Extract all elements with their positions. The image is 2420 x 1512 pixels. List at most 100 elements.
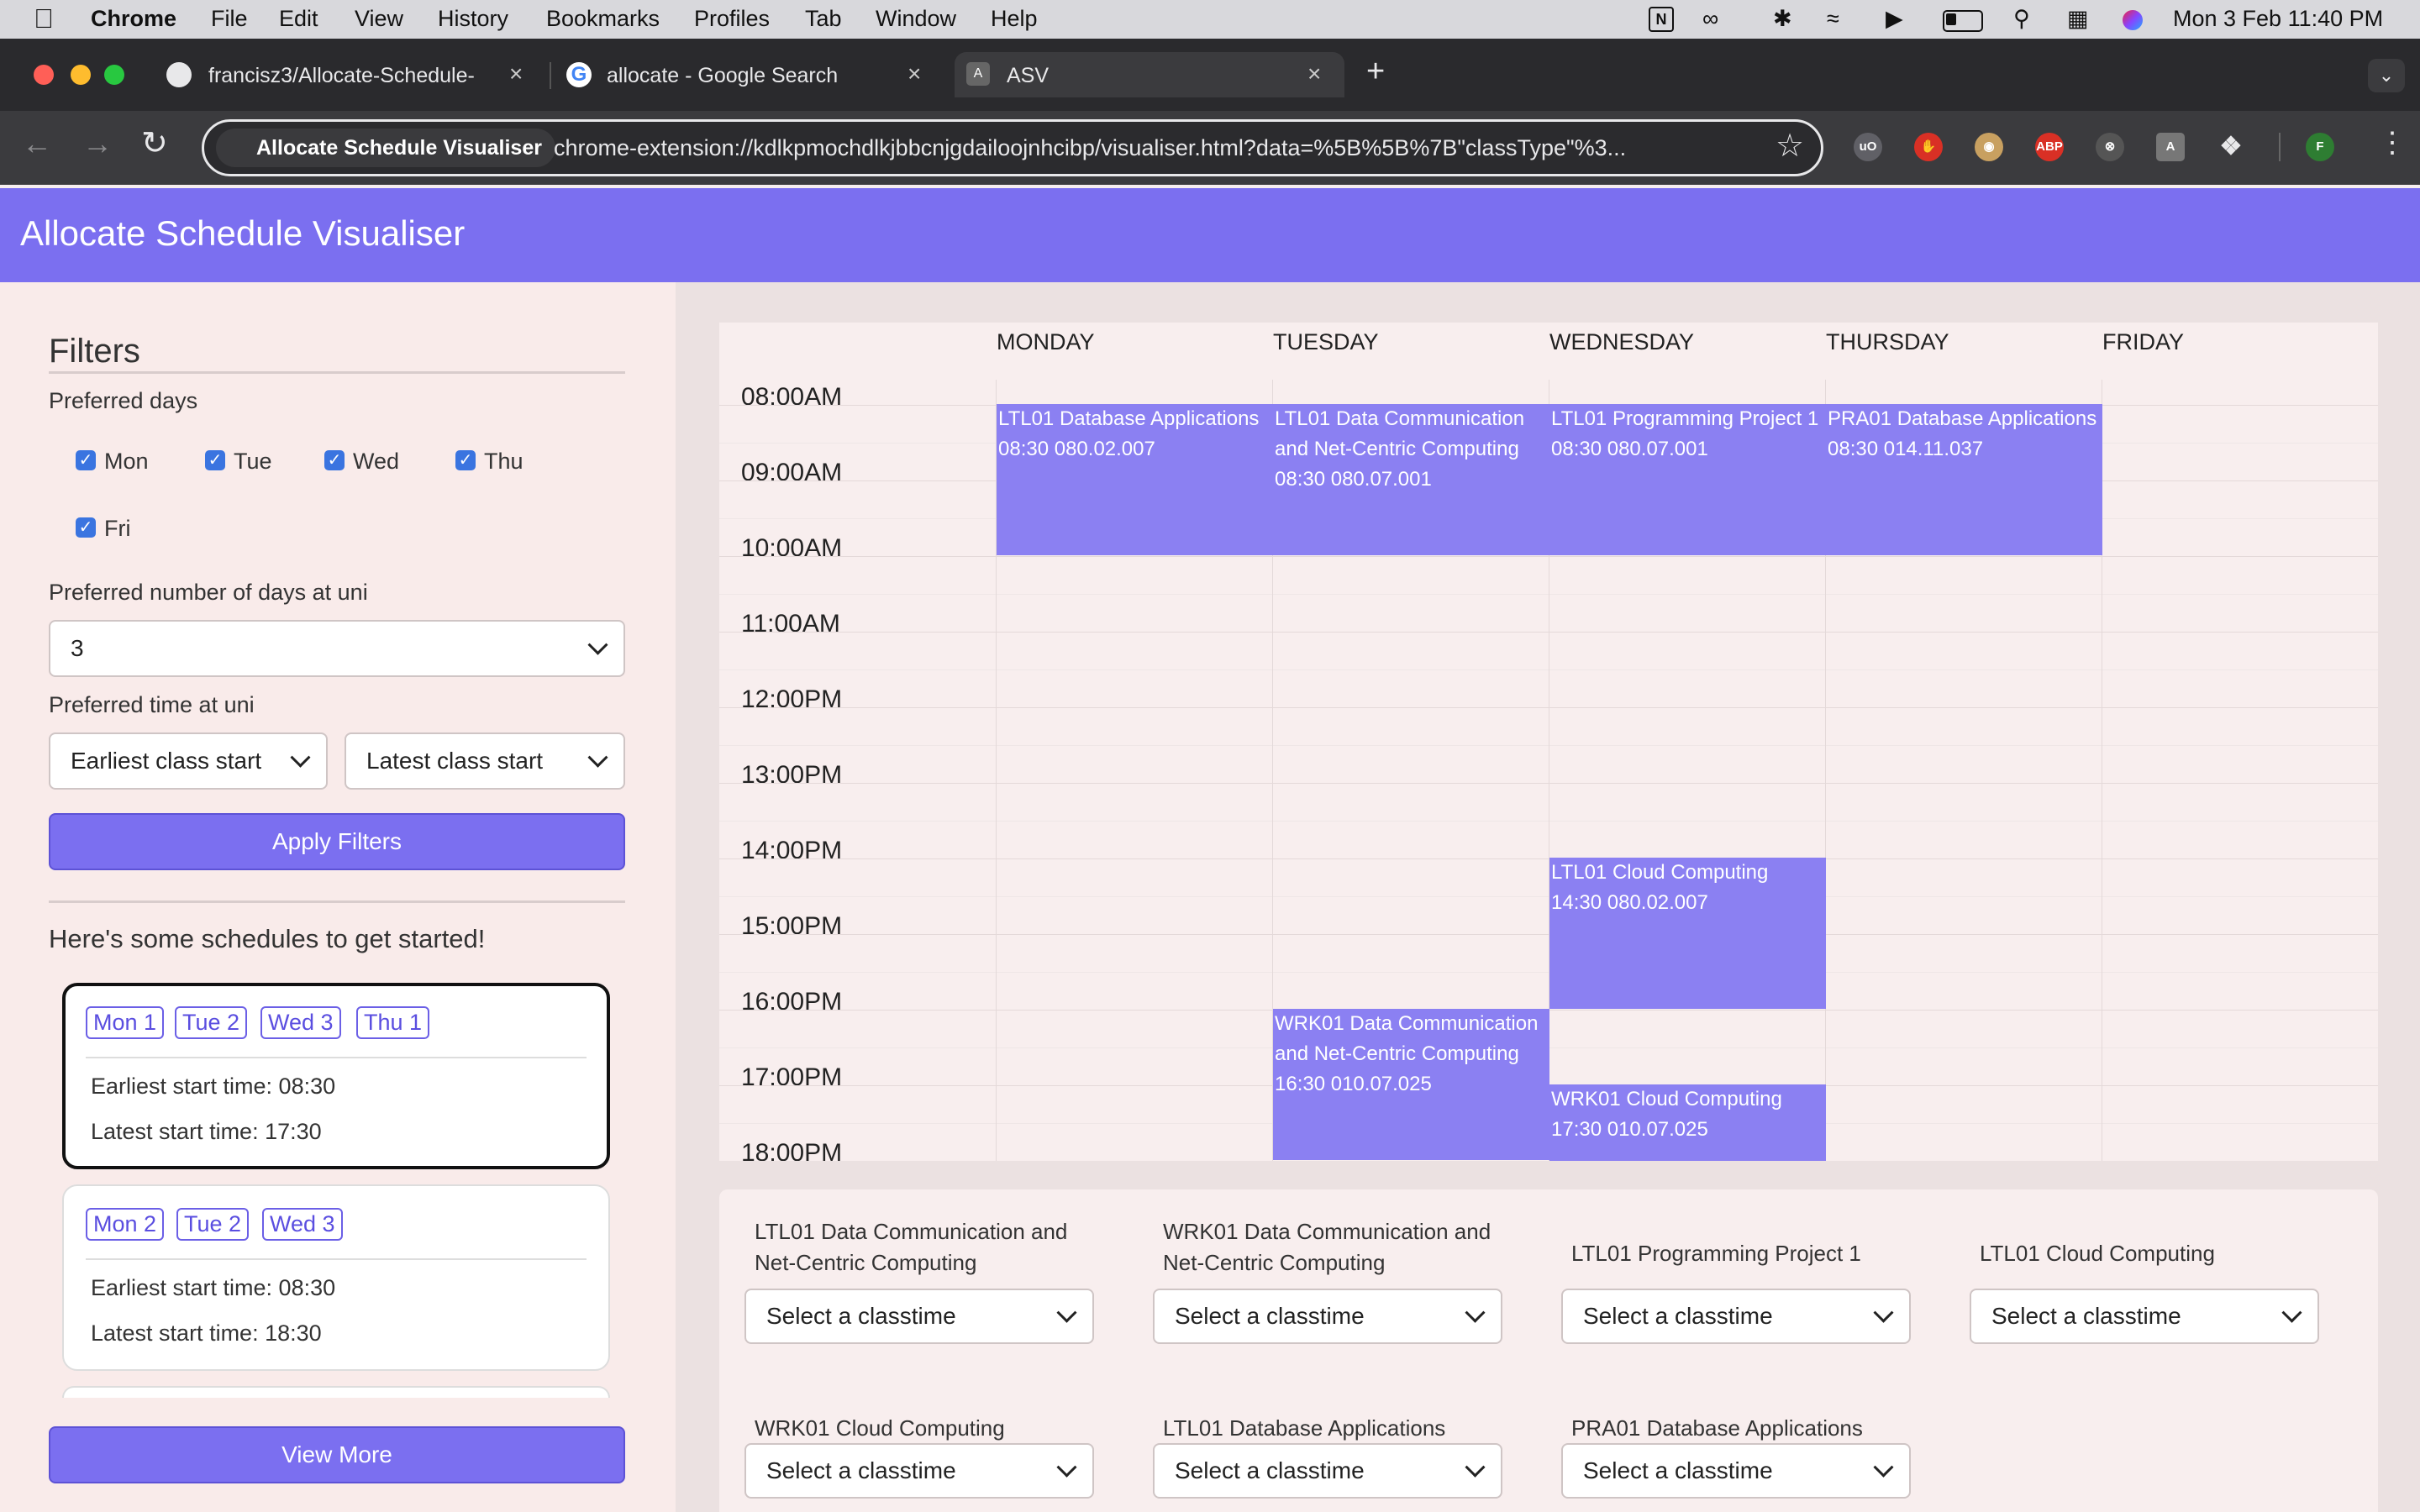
class-event[interactable]: LTL01 Programming Project 1 08:30 080.07…	[1549, 404, 1826, 555]
schedule-card-partial[interactable]	[62, 1386, 610, 1398]
classtime-select[interactable]: Select a classtime	[1970, 1289, 2319, 1344]
card-divider	[86, 1258, 587, 1260]
earliest-class-start-select[interactable]: Earliest class start	[49, 732, 328, 790]
asv-extension-icon[interactable]: A	[2156, 133, 2185, 161]
close-tab-icon[interactable]: ×	[908, 60, 921, 87]
apple-icon[interactable]: 	[34, 3, 54, 34]
class-event[interactable]: PRA01 Database Applications 08:30 014.11…	[1826, 404, 2102, 555]
day-header-thursday: THURSDAY	[1826, 329, 1949, 354]
classtime-panel: LTL01 Data Communication and Net-Centric…	[719, 1189, 2378, 1512]
control-center-icon[interactable]: ▦	[2067, 6, 2089, 32]
select-value: Select a classtime	[1583, 1303, 1773, 1329]
menu-profiles[interactable]: Profiles	[694, 6, 770, 32]
day-label: Fri	[104, 516, 131, 541]
classtime-label: LTL01 Database Applications	[1163, 1415, 1446, 1441]
extensions-puzzle-icon[interactable]: ❖	[2217, 133, 2245, 161]
back-icon[interactable]: ←	[22, 126, 52, 161]
battery-icon[interactable]	[1943, 10, 1983, 32]
menu-bookmarks[interactable]: Bookmarks	[546, 6, 660, 32]
time-label: 18:00PM	[741, 1139, 843, 1161]
classtime-label: WRK01 Data Communication and Net-Centric…	[1163, 1219, 1491, 1275]
schedules-heading: Here's some schedules to get started!	[49, 924, 486, 953]
time-label: 12:00PM	[741, 685, 843, 713]
select-value: Select a classtime	[1991, 1303, 2181, 1329]
menu-edit[interactable]: Edit	[279, 6, 318, 32]
menu-window[interactable]: Window	[876, 6, 956, 32]
schedule-card-selected[interactable]: Mon 1 Tue 2 Wed 3 Thu 1 Earliest start t…	[62, 983, 610, 1169]
close-tab-icon[interactable]: ×	[509, 60, 523, 87]
time-label: 15:00PM	[741, 912, 843, 940]
siri-icon[interactable]	[2123, 10, 2143, 30]
days-count-label: Preferred number of days at uni	[49, 580, 368, 605]
tab-divider	[550, 62, 551, 89]
ublock-icon[interactable]: uO	[1854, 133, 1882, 161]
tab-google-search[interactable]: G allocate - Google Search ×	[555, 52, 946, 97]
window-minimize-button[interactable]	[71, 65, 91, 85]
bluetooth-icon[interactable]: ✱	[1773, 6, 1792, 32]
day-label: Wed	[353, 449, 400, 474]
profile-avatar[interactable]: F	[2306, 133, 2334, 161]
window-zoom-button[interactable]	[104, 65, 124, 85]
creative-cloud-icon[interactable]: ∞	[1702, 6, 1718, 32]
classtime-select[interactable]: Select a classtime	[744, 1443, 1094, 1499]
view-more-button[interactable]: View More	[49, 1426, 625, 1483]
menu-app-name[interactable]: Chrome	[91, 6, 176, 32]
schedule-calendar: MONDAY TUESDAY WEDNESDAY THURSDAY FRIDAY…	[719, 323, 2378, 1161]
class-event[interactable]: WRK01 Cloud Computing 17:30 010.07.025	[1549, 1084, 1826, 1161]
menubar-clock[interactable]: Mon 3 Feb 11:40 PM	[2173, 6, 2383, 32]
forward-icon[interactable]: →	[82, 126, 113, 161]
classtime-select[interactable]: Select a classtime	[744, 1289, 1094, 1344]
latest-start-text: Latest start time: 17:30	[91, 1119, 322, 1144]
preferred-days-label: Preferred days	[49, 388, 198, 413]
privacy-extension-icon[interactable]: ⊗	[2096, 133, 2124, 161]
filters-divider	[49, 371, 625, 374]
adblock-plus-icon[interactable]: ABP	[2035, 133, 2064, 161]
close-tab-icon[interactable]: ×	[1307, 60, 1321, 87]
menu-help[interactable]: Help	[991, 6, 1038, 32]
tab-title: ASV	[1007, 64, 1050, 87]
url-text[interactable]: chrome-extension://kdlkpmochdlkjbbcnjgda…	[554, 135, 1797, 161]
menu-tab[interactable]: Tab	[805, 6, 842, 32]
schedule-card[interactable]: Mon 2 Tue 2 Wed 3 Earliest start time: 0…	[62, 1184, 610, 1371]
classtime-select[interactable]: Select a classtime	[1561, 1443, 1911, 1499]
new-tab-icon[interactable]: +	[1366, 54, 1385, 90]
menu-view[interactable]: View	[355, 6, 403, 32]
menu-file[interactable]: File	[211, 6, 248, 32]
time-label: 10:00AM	[741, 534, 843, 562]
classtime-select[interactable]: Select a classtime	[1153, 1443, 1502, 1499]
tab-search-chevron-icon[interactable]: ⌄	[2368, 59, 2405, 92]
day-chip: Mon 2	[86, 1208, 165, 1241]
site-chip[interactable]: Allocate Schedule Visualiser	[216, 129, 555, 167]
days-count-select[interactable]: 3	[49, 620, 625, 677]
tab-github[interactable]: francisz3/Allocate-Schedule- ×	[156, 52, 548, 97]
day-chip: Wed 3	[262, 1208, 343, 1241]
menu-history[interactable]: History	[438, 6, 508, 32]
omnibox[interactable]: Allocate Schedule Visualiser chrome-exte…	[202, 119, 1823, 176]
classtime-select[interactable]: Select a classtime	[1153, 1289, 1502, 1344]
latest-class-start-select[interactable]: Latest class start	[345, 732, 625, 790]
hand-stop-icon[interactable]: ✋	[1914, 133, 1943, 161]
more-menu-icon[interactable]: ⋮	[2378, 126, 2407, 160]
play-icon[interactable]: ▶	[1886, 6, 1903, 32]
chevron-down-icon	[1873, 1302, 1894, 1323]
classtime-label: LTL01 Programming Project 1	[1571, 1241, 1861, 1266]
chevron-down-icon	[1056, 1302, 1077, 1323]
window-close-button[interactable]	[34, 65, 54, 85]
reload-icon[interactable]: ↻	[141, 124, 168, 162]
class-event[interactable]: LTL01 Data Communication and Net-Centric…	[1273, 404, 1549, 555]
class-event[interactable]: WRK01 Data Communication and Net-Centric…	[1273, 1009, 1549, 1160]
app-header: Allocate Schedule Visualiser	[0, 188, 2420, 282]
eyes-extension-icon[interactable]: ◉	[1975, 133, 2003, 161]
tab-asv[interactable]: A ASV ×	[955, 52, 1344, 97]
select-value: Select a classtime	[766, 1457, 956, 1483]
class-event[interactable]: LTL01 Database Applications 08:30 080.02…	[997, 404, 1273, 555]
apply-filters-button[interactable]: Apply Filters	[49, 813, 625, 870]
chevron-down-icon	[1056, 1457, 1077, 1478]
classtime-select[interactable]: Select a classtime	[1561, 1289, 1911, 1344]
wifi-icon[interactable]: ≈	[1827, 6, 1839, 32]
day-chip: Tue 2	[176, 1208, 250, 1241]
bookmark-star-icon[interactable]: ☆	[1776, 127, 1804, 165]
spotlight-search-icon[interactable]: ⚲	[2013, 6, 2030, 32]
notion-icon[interactable]: N	[1649, 7, 1674, 32]
class-event[interactable]: LTL01 Cloud Computing 14:30 080.02.007	[1549, 858, 1826, 1009]
